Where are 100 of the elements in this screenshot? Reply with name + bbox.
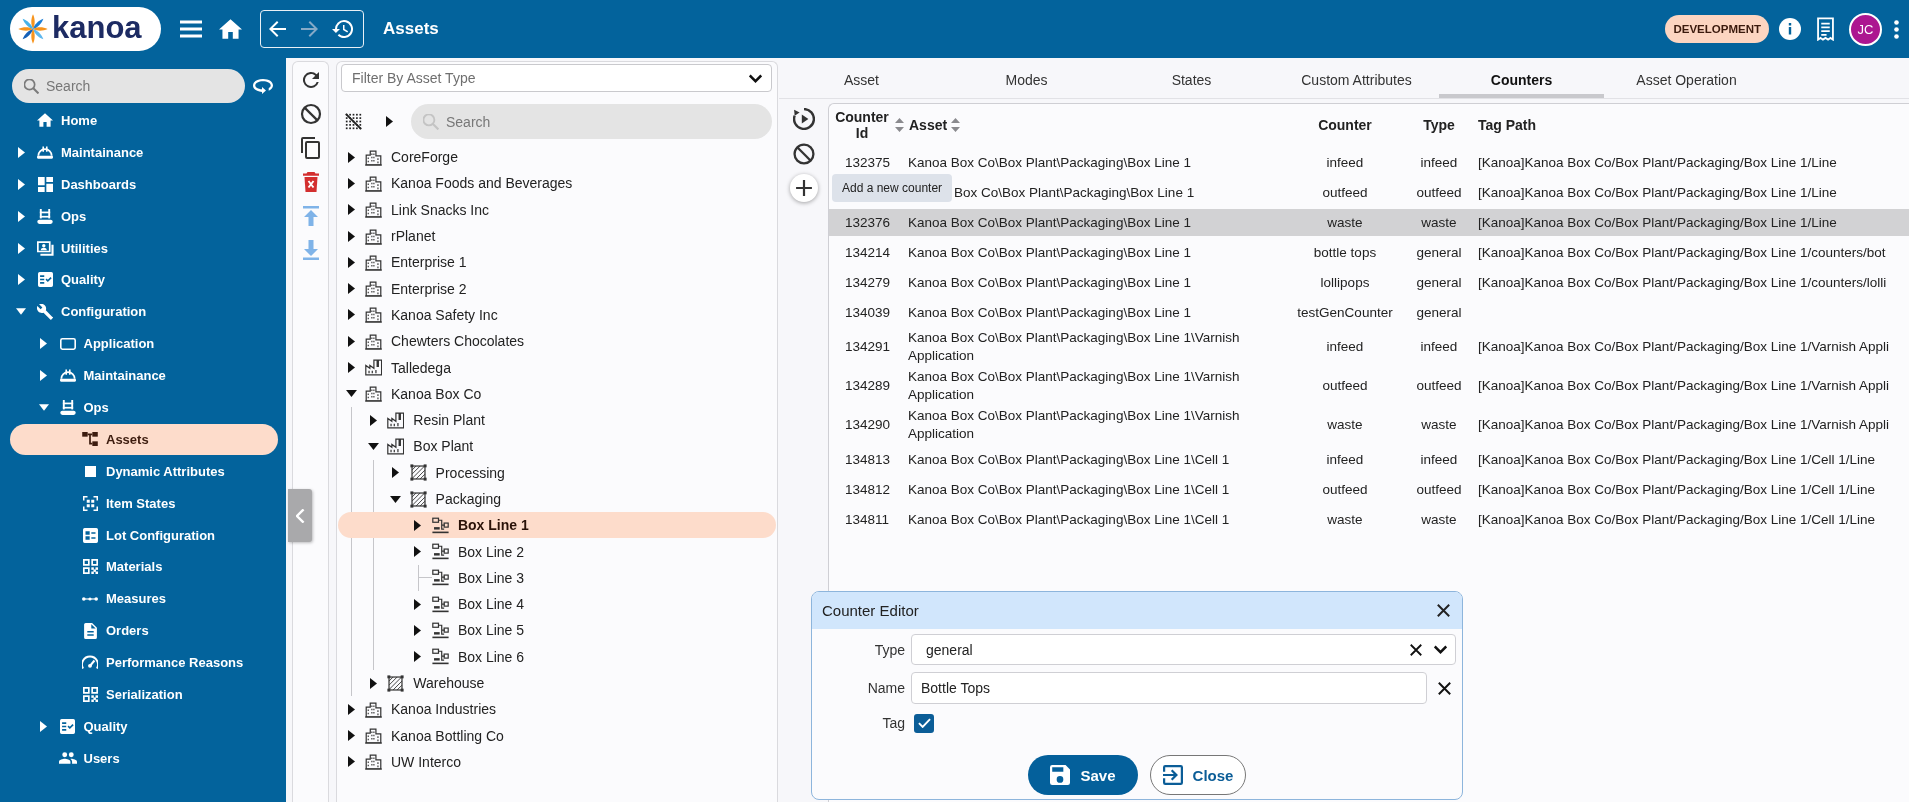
- save-button[interactable]: Save: [1028, 755, 1138, 795]
- add-icon[interactable]: [789, 174, 818, 202]
- sidebar-item[interactable]: Ops: [10, 392, 278, 423]
- caret-icon[interactable]: [347, 177, 355, 189]
- sidebar-item[interactable]: Performance Reasons: [10, 647, 278, 679]
- tree-item[interactable]: CoreForge: [338, 144, 776, 171]
- sidebar-item[interactable]: Dashboards: [10, 168, 278, 200]
- chevron-down-icon[interactable]: [1434, 645, 1447, 654]
- tree-item[interactable]: Kanoa Bottling Co: [338, 722, 776, 749]
- sidebar-item[interactable]: Configuration: [10, 296, 278, 328]
- sidebar-item[interactable]: Ops: [10, 200, 278, 232]
- info-icon[interactable]: [1779, 18, 1801, 40]
- tree-item[interactable]: Enterprise 1: [338, 249, 776, 276]
- block-icon[interactable]: [792, 143, 815, 165]
- caret-icon[interactable]: [16, 308, 26, 316]
- caret-icon[interactable]: [390, 495, 402, 503]
- table-row[interactable]: 134279 Kanoa Box Co\Box Plant\Packaging\Box Line 1 lollipops general [Kanoa]Kanoa Box Co/Box Plant/Packaging/Box Line 1/counters/lolli: [829, 269, 1909, 296]
- caret-icon[interactable]: [347, 703, 355, 715]
- close-button[interactable]: Close: [1150, 755, 1246, 795]
- logo[interactable]: kanoa: [10, 7, 161, 51]
- tree-item[interactable]: Kanoa Box Co: [338, 380, 776, 407]
- sidebar-item[interactable]: Assets: [10, 423, 278, 455]
- tab[interactable]: Custom Attributes: [1274, 61, 1439, 98]
- caret-icon[interactable]: [414, 598, 422, 610]
- caret-icon[interactable]: [347, 204, 355, 216]
- caret-icon[interactable]: [414, 519, 422, 531]
- clear-icon[interactable]: [1438, 681, 1451, 695]
- sidebar-item[interactable]: Home: [10, 105, 278, 136]
- tab[interactable]: Modes: [944, 61, 1109, 98]
- tree-item[interactable]: UW Interco: [338, 748, 776, 776]
- caret-icon[interactable]: [347, 730, 355, 742]
- menu-icon[interactable]: [180, 20, 202, 38]
- column-header[interactable]: Asset: [907, 117, 1290, 133]
- tree-item[interactable]: Kanoa Safety Inc: [338, 301, 776, 329]
- caret-icon[interactable]: [17, 274, 25, 286]
- tree-item[interactable]: Kanoa Industries: [338, 696, 776, 723]
- caret-icon[interactable]: [347, 756, 355, 768]
- home-icon[interactable]: [219, 19, 242, 39]
- sidebar-item[interactable]: Lot Configuration: [10, 519, 278, 551]
- tree-item[interactable]: Link Snacks Inc: [338, 196, 776, 223]
- checkbox[interactable]: [914, 713, 934, 733]
- caret-icon[interactable]: [40, 720, 47, 732]
- table-row[interactable]: 134813 Kanoa Box Co\Box Plant\Packaging\Box Line 1\Cell 1 infeed infeed [Kanoa]Kanoa Box Co/Box Plant/Packaging/Box Line 1/Cell 1/Line: [829, 446, 1909, 473]
- caret-icon[interactable]: [17, 178, 25, 190]
- chevron-down-icon[interactable]: [749, 74, 762, 83]
- tab[interactable]: Counters: [1439, 61, 1604, 98]
- table-row[interactable]: 134812 Kanoa Box Co\Box Plant\Packaging\Box Line 1\Cell 1 outfeed outfeed [Kanoa]Kanoa Box Co/Box Plant/Packaging/Box Line 1/Cell 1/Line: [829, 476, 1909, 503]
- caret-icon[interactable]: [347, 256, 355, 268]
- close-icon[interactable]: [1437, 604, 1450, 617]
- table-row[interactable]: 134289 Kanoa Box Co\Box Plant\Packaging\Box Line 1\Varnish Application outfeed outfeed [Kanoa]Kanoa Box Co/Box Plant/Packaging/Box Line 1/Varnish Appli: [829, 368, 1909, 404]
- sidebar-item[interactable]: Item States: [10, 487, 278, 519]
- search-field[interactable]: Search: [12, 69, 245, 103]
- avatar[interactable]: JC: [1849, 12, 1882, 46]
- tab[interactable]: States: [1109, 61, 1274, 98]
- sidebar-item[interactable]: Maintainance: [10, 360, 278, 391]
- table-row[interactable]: 134811 Kanoa Box Co\Box Plant\Packaging\Box Line 1\Cell 1 waste waste [Kanoa]Kanoa Box Co/Box Plant/Packaging/Box Line 1/Cell 1/Line: [829, 506, 1909, 533]
- caret-icon[interactable]: [38, 403, 49, 411]
- sidebar-item[interactable]: Materials: [10, 551, 278, 583]
- play-circle-icon[interactable]: [792, 108, 815, 130]
- tab[interactable]: Asset: [779, 61, 944, 98]
- caret-icon[interactable]: [17, 210, 25, 222]
- sort-icon[interactable]: [951, 118, 961, 132]
- sidebar-item[interactable]: Serialization: [10, 679, 278, 710]
- loop-arrow-icon[interactable]: [253, 78, 273, 94]
- caret-icon[interactable]: [369, 677, 377, 689]
- select-field[interactable]: general: [911, 634, 1456, 665]
- caret-icon[interactable]: [414, 651, 422, 663]
- block-icon[interactable]: [299, 103, 322, 125]
- dotted-grid-slash-icon[interactable]: [345, 113, 362, 130]
- caret-icon[interactable]: [414, 546, 422, 558]
- tab[interactable]: Asset Operation: [1604, 61, 1769, 98]
- caret-icon[interactable]: [40, 338, 47, 350]
- caret-icon[interactable]: [347, 362, 355, 373]
- copy-icon[interactable]: [299, 137, 322, 159]
- sidebar-item[interactable]: Measures: [10, 583, 278, 615]
- table-row[interactable]: 134214 Kanoa Box Co\Box Plant\Packaging\Box Line 1 bottle tops general [Kanoa]Kanoa Box Co/Box Plant/Packaging/Box Line 1/counters/bot: [829, 239, 1909, 266]
- table-row[interactable]: 134291 Kanoa Box Co\Box Plant\Packaging\Box Line 1\Varnish Application infeed infeed [Kanoa]Kanoa Box Co/Box Plant/Packaging/Box Line 1/Varnish Appli: [829, 329, 1909, 365]
- sidebar-item[interactable]: Quality: [10, 710, 278, 742]
- column-header[interactable]: Counter Id: [829, 109, 907, 141]
- tree-item[interactable]: Chewters Chocolates: [338, 328, 776, 355]
- sidebar-item[interactable]: Utilities: [10, 232, 278, 264]
- tree-item[interactable]: Box Line 1: [338, 512, 776, 539]
- caret-icon[interactable]: [386, 116, 393, 127]
- caret-icon[interactable]: [414, 625, 422, 636]
- caret-icon[interactable]: [345, 390, 357, 398]
- sidebar-item[interactable]: Maintainance: [10, 136, 278, 168]
- caret-icon[interactable]: [347, 335, 355, 347]
- table-row[interactable]: Box Co\Box Plant\Packaging\Box Line 1 outfeed outfeed [Kanoa]Kanoa Box Co/Box Plant/Packaging/Box Line 1/Line: [953, 179, 1909, 206]
- sidebar-item[interactable]: Orders: [10, 615, 278, 647]
- tree-item[interactable]: rPlanet: [338, 222, 776, 250]
- receipt-icon[interactable]: [1817, 17, 1834, 41]
- caret-icon[interactable]: [392, 467, 400, 479]
- tree-item[interactable]: Talledega: [338, 354, 776, 381]
- sidebar-item[interactable]: Dynamic Attributes: [10, 455, 278, 487]
- search-field[interactable]: Search: [411, 104, 772, 139]
- history-icon[interactable]: [332, 20, 353, 38]
- table-row[interactable]: 132376 Kanoa Box Co\Box Plant\Packaging\Box Line 1 waste waste [Kanoa]Kanoa Box Co/Box Plant/Packaging/Box Line 1/Line: [829, 209, 1909, 236]
- sidebar-item[interactable]: Users: [10, 742, 278, 774]
- table-row[interactable]: 134039 Kanoa Box Co\Box Plant\Packaging\Box Line 1 testGenCounter general: [829, 299, 1909, 326]
- caret-icon[interactable]: [347, 230, 355, 242]
